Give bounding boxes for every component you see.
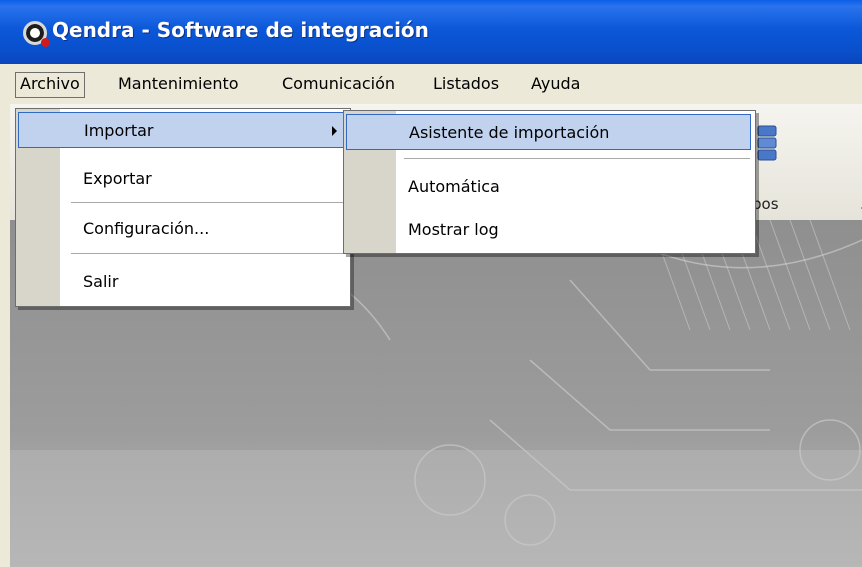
menu-listados-label: Listados [433, 74, 500, 93]
menu-comunicacion[interactable]: Comunicación [279, 73, 398, 95]
database-icon[interactable] [754, 124, 780, 164]
menu-mantenimiento[interactable]: Mantenimiento [115, 73, 242, 95]
menu-separator [71, 202, 343, 203]
menu-item-exportar-label: Exportar [83, 169, 152, 188]
importar-submenu: Asistente de importación Automática Most… [343, 110, 756, 254]
menu-comunicacion-label: Comunicación [282, 74, 396, 93]
menu-archivo-label: Archivo [20, 74, 80, 93]
submenu-item-asistente[interactable]: Asistente de importación [346, 114, 751, 150]
menu-item-configuracion[interactable]: Configuración... [18, 211, 347, 247]
menu-archivo[interactable]: Archivo [15, 72, 85, 98]
submenu-item-automatica[interactable]: Automática [346, 169, 751, 205]
menu-ayuda[interactable]: Ayuda [528, 73, 583, 95]
submenu-item-mostrar-log-label: Mostrar log [408, 220, 499, 239]
submenu-separator [404, 158, 750, 159]
menu-ayuda-label: Ayuda [531, 74, 581, 93]
menu-item-salir-label: Salir [83, 272, 119, 291]
menu-item-exportar[interactable]: Exportar [18, 161, 347, 197]
submenu-arrow-icon [332, 126, 337, 136]
window-title: Qendra - Software de integración [52, 18, 429, 42]
qendra-logo-icon [23, 21, 50, 47]
menu-item-configuracion-label: Configuración... [83, 219, 210, 238]
menu-item-salir[interactable]: Salir [18, 264, 347, 300]
archivo-dropdown-menu: Importar Exportar Configuración... Salir [15, 108, 351, 307]
title-bar: Qendra - Software de integración [0, 0, 862, 64]
menu-item-importar-label: Importar [84, 121, 154, 140]
menu-separator [71, 253, 343, 254]
submenu-item-automatica-label: Automática [408, 177, 500, 196]
menu-listados[interactable]: Listados [430, 73, 502, 95]
submenu-item-asistente-label: Asistente de importación [409, 123, 610, 142]
menu-mantenimiento-label: Mantenimiento [118, 74, 239, 93]
submenu-item-mostrar-log[interactable]: Mostrar log [346, 212, 751, 248]
menu-item-importar[interactable]: Importar [18, 112, 347, 148]
menu-bar: Archivo Mantenimiento Comunicación Lista… [0, 64, 862, 104]
